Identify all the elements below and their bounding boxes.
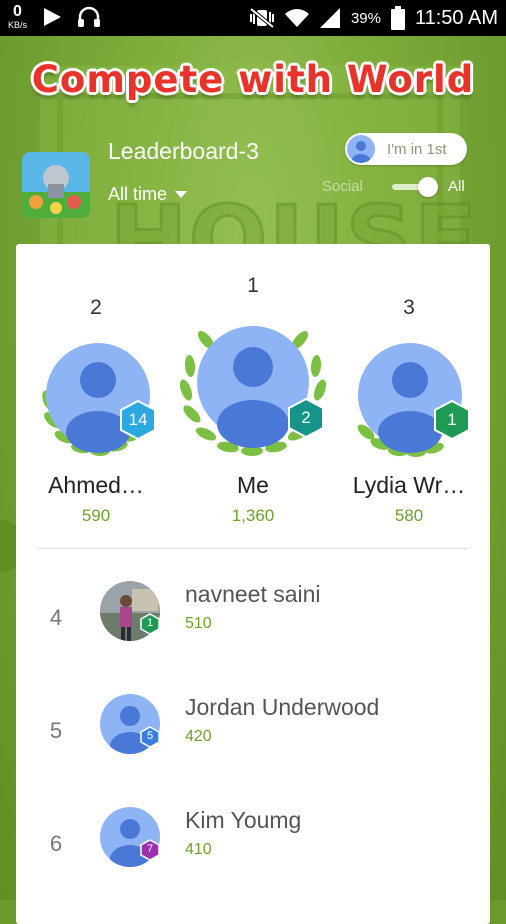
network-speed: 0 KB/s [8, 3, 28, 31]
podium-score-1: 1,360 [231, 506, 275, 525]
divider [38, 548, 468, 549]
headphones-icon [78, 6, 101, 27]
row-name: navneet saini [185, 581, 321, 607]
clock: 11:50 AM [414, 6, 498, 29]
podium-level-1: 2 [301, 408, 311, 427]
list-item[interactable]: 6 7 Kim Youmg 410 [16, 807, 490, 907]
row-rank: 6 [49, 831, 63, 856]
row-name: Kim Youmg [185, 807, 302, 833]
toggle-label-all[interactable]: All [448, 178, 465, 195]
status-bar: 0 KB/s 39% 11:50 AM [0, 0, 506, 36]
time-filter-value: All time [108, 184, 168, 204]
game-icon [22, 152, 90, 218]
podium-name-1: Me [237, 472, 269, 498]
battery-icon [390, 6, 405, 30]
my-rank-button[interactable]: I'm in 1st [345, 133, 467, 165]
row-score: 420 [185, 728, 212, 745]
podium-name-2: Ahmed… [48, 472, 144, 498]
avatar: 7 [98, 807, 162, 871]
podium-name-3: Lydia Wr… [352, 472, 466, 498]
signal-icon [319, 8, 340, 28]
battery-percent: 39% [350, 9, 381, 27]
social-all-toggle-knob[interactable] [418, 177, 438, 197]
row-score: 410 [185, 841, 212, 858]
avatar: 5 [98, 694, 162, 758]
speed-value: 0 [13, 3, 22, 20]
podium-rank-1: 1 [247, 274, 259, 297]
dropdown-caret-icon [175, 191, 188, 198]
row-score: 510 [185, 615, 212, 632]
row-rank: 4 [49, 605, 63, 630]
toggle-label-social[interactable]: Social [322, 178, 363, 195]
podium-score-3: 580 [394, 506, 424, 525]
my-rank-label: I'm in 1st [387, 140, 447, 158]
podium-avatar-2[interactable]: 14 [36, 340, 156, 469]
row-level: 1 [146, 617, 154, 629]
page-title: Compete with World [31, 58, 475, 101]
row-name: Jordan Underwood [185, 694, 380, 720]
podium-avatar-1[interactable]: 2 [176, 320, 332, 471]
row-level: 7 [146, 843, 154, 855]
time-filter-dropdown[interactable]: All time [108, 184, 188, 205]
play-icon [44, 8, 62, 26]
podium-rank-3: 3 [403, 296, 415, 319]
leaderboard-title: Leaderboard-3 [108, 138, 259, 164]
row-level: 5 [146, 730, 154, 742]
podium-level-2: 14 [128, 410, 148, 429]
podium-avatar-3[interactable]: 1 [356, 340, 472, 469]
podium-score-2: 590 [81, 506, 111, 525]
list-item[interactable]: 5 5 Jordan Underwood 420 [16, 694, 490, 794]
list-item[interactable]: 4 1 navneet saini 510 [16, 581, 490, 681]
vibrate-mute-icon [249, 7, 275, 29]
avatar: 1 [98, 581, 162, 645]
leaderboard-card: 2 14 Ahmed… 590 1 2 Me 1,360 3 1 Lydia W… [16, 244, 490, 924]
my-avatar-icon [347, 135, 375, 163]
podium-level-3: 1 [447, 410, 457, 429]
row-rank: 5 [49, 718, 63, 743]
speed-unit: KB/s [8, 20, 28, 30]
podium-rank-2: 2 [90, 296, 102, 319]
wifi-icon [284, 9, 309, 27]
